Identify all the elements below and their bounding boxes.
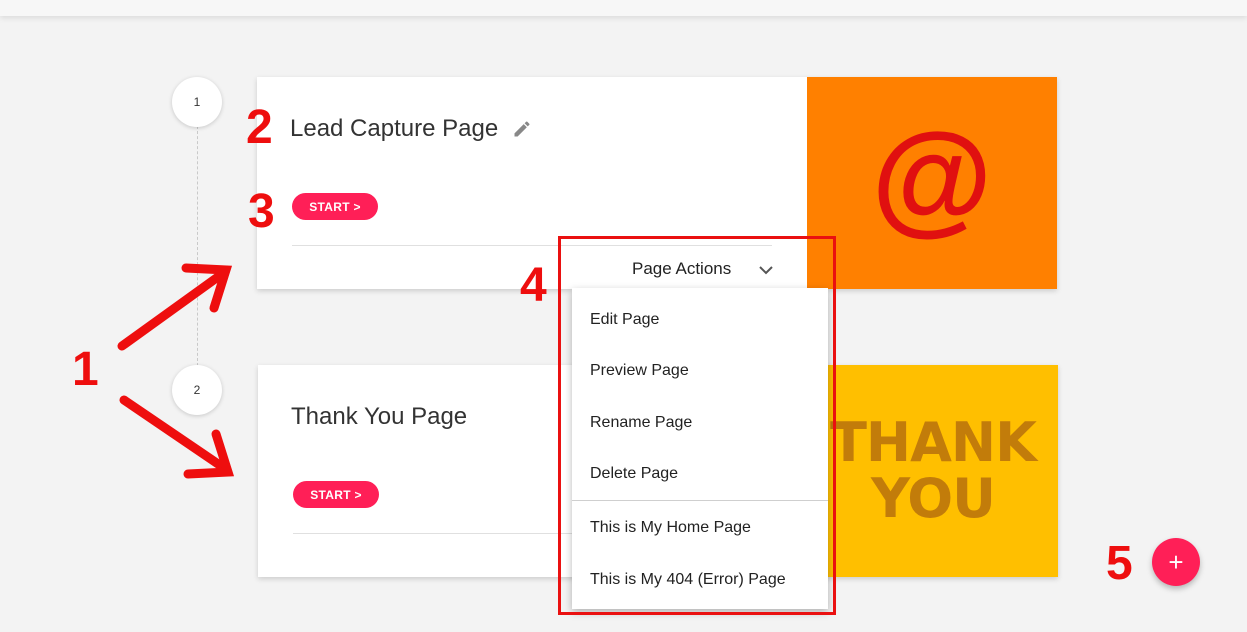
top-bar: [0, 0, 1247, 16]
pencil-icon[interactable]: [512, 119, 532, 139]
page-thumbnail-lead-capture[interactable]: @: [807, 77, 1057, 289]
start-button-step-2[interactable]: START >: [293, 481, 379, 508]
chevron-down-icon[interactable]: [757, 263, 775, 277]
step-number-1-label: 1: [193, 95, 201, 109]
menu-item-delete-page[interactable]: Delete Page: [572, 450, 828, 498]
annotation-number-2: 2: [246, 101, 273, 154]
step-number-1: 1: [172, 77, 222, 127]
annotation-number-5: 5: [1106, 537, 1133, 590]
annotation-number-4: 4: [520, 259, 547, 312]
page-title-thank-you: Thank You Page: [291, 403, 468, 430]
thumbnail-thank-text: THANK: [830, 411, 1037, 474]
annotation-number-3: 3: [248, 185, 275, 238]
menu-item-set-home-page[interactable]: This is My Home Page: [572, 504, 828, 552]
page-title-lead-capture: Lead Capture Page: [290, 115, 499, 142]
page-actions-menu: Edit Page Preview Page Rename Page Delet…: [572, 288, 828, 609]
menu-separator: [572, 500, 828, 501]
menu-item-set-404-page[interactable]: This is My 404 (Error) Page: [572, 556, 828, 604]
card-divider: [292, 245, 772, 246]
menu-item-rename-page[interactable]: Rename Page: [572, 399, 828, 447]
funnel-step-card-1: Lead Capture Page START > Page Actions @: [257, 77, 1057, 289]
page-thumbnail-thank-you[interactable]: THANK YOU: [808, 365, 1058, 577]
thumbnail-you-text: YOU: [871, 467, 996, 530]
annotation-arrows: [117, 263, 235, 479]
menu-item-edit-page[interactable]: Edit Page: [572, 296, 828, 344]
thumbnail-at-sign: @: [871, 109, 993, 247]
start-button-step-1[interactable]: START >: [292, 193, 378, 220]
add-page-button[interactable]: +: [1152, 538, 1200, 586]
annotation-number-1: 1: [72, 343, 99, 396]
menu-item-preview-page[interactable]: Preview Page: [572, 347, 828, 395]
